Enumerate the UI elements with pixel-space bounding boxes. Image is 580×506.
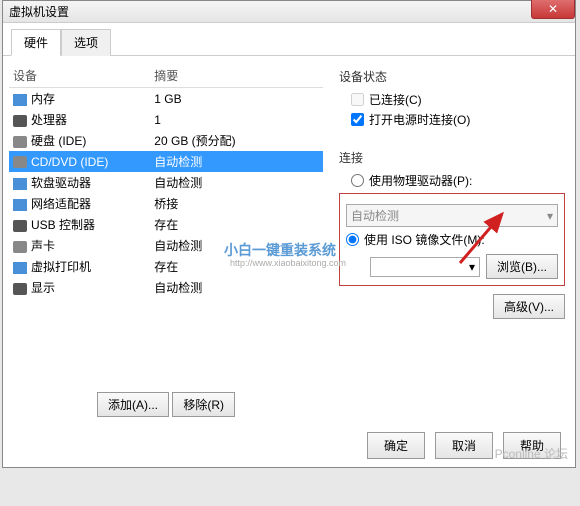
cancel-button[interactable]: 取消 — [435, 432, 493, 459]
advanced-button[interactable]: 高级(V)... — [493, 294, 565, 319]
device-name: 网络适配器 — [31, 197, 91, 211]
device-summary: 自动检测 — [150, 172, 323, 193]
device-icon — [13, 199, 27, 211]
tab-bar: 硬件 选项 — [11, 29, 575, 56]
connection-title: 连接 — [339, 149, 565, 166]
device-name: 内存 — [31, 92, 55, 106]
device-icon — [13, 136, 27, 148]
device-summary: 自动检测 — [150, 151, 323, 172]
device-summary: 20 GB (预分配) — [150, 130, 323, 151]
table-row[interactable]: 网络适配器 桥接 — [9, 193, 323, 214]
close-button[interactable]: ✕ — [531, 0, 575, 19]
col-summary: 摘要 — [150, 64, 323, 88]
physical-dropdown: 自动检测 ▾ — [346, 204, 558, 227]
titlebar: 虚拟机设置 ✕ — [3, 1, 575, 23]
chevron-down-icon: ▾ — [547, 209, 553, 223]
physical-radio-row[interactable]: 使用物理驱动器(P): — [351, 172, 565, 189]
device-name: 处理器 — [31, 113, 67, 127]
table-row[interactable]: 虚拟打印机 存在 — [9, 256, 323, 277]
table-row[interactable]: CD/DVD (IDE) 自动检测 — [9, 151, 323, 172]
device-name: 显示 — [31, 281, 55, 295]
chevron-down-icon: ▾ — [469, 260, 475, 274]
browse-button[interactable]: 浏览(B)... — [486, 254, 558, 279]
device-name: 虚拟打印机 — [31, 260, 91, 274]
physical-radio[interactable] — [351, 174, 364, 187]
physical-dropdown-value: 自动检测 — [351, 207, 399, 224]
device-icon — [13, 262, 27, 274]
content-area: 设备 摘要 内存1 GB处理器1硬盘 (IDE)20 GB (预分配)CD/DV… — [3, 55, 575, 431]
device-icon — [13, 283, 27, 295]
device-summary: 1 GB — [150, 88, 323, 110]
table-row[interactable]: 内存 1 GB — [9, 88, 323, 110]
ok-button[interactable]: 确定 — [367, 432, 425, 459]
iso-file-row: ▾ 浏览(B)... — [370, 254, 558, 279]
device-summary: 自动检测 — [150, 235, 323, 256]
tab-options[interactable]: 选项 — [61, 29, 111, 56]
device-icon — [13, 94, 27, 106]
iso-radio-row[interactable]: 使用 ISO 镜像文件(M): — [346, 231, 558, 248]
connected-label: 已连接(C) — [369, 91, 422, 108]
device-list-panel: 设备 摘要 内存1 GB处理器1硬盘 (IDE)20 GB (预分配)CD/DV… — [3, 56, 329, 431]
table-row[interactable]: 显示 自动检测 — [9, 277, 323, 298]
status-title: 设备状态 — [339, 68, 565, 85]
device-icon — [13, 115, 27, 127]
device-summary: 存在 — [150, 256, 323, 277]
device-icon — [13, 220, 27, 232]
device-name: 硬盘 (IDE) — [31, 134, 86, 148]
window-title: 虚拟机设置 — [9, 3, 69, 20]
table-row[interactable]: 软盘驱动器 自动检测 — [9, 172, 323, 193]
physical-label: 使用物理驱动器(P): — [369, 172, 472, 189]
device-summary: 1 — [150, 109, 323, 130]
device-icon — [13, 178, 27, 190]
connect-poweron-checkbox-row[interactable]: 打开电源时连接(O) — [351, 111, 565, 128]
table-row[interactable]: USB 控制器 存在 — [9, 214, 323, 235]
device-summary: 桥接 — [150, 193, 323, 214]
dialog-buttons: 确定 取消 帮助 — [367, 432, 561, 459]
device-icon — [13, 241, 27, 253]
iso-label: 使用 ISO 镜像文件(M): — [364, 231, 485, 248]
device-name: CD/DVD (IDE) — [31, 155, 108, 169]
device-icon — [13, 156, 27, 168]
highlight-box: 自动检测 ▾ 使用 ISO 镜像文件(M): ▾ 浏览(B)... — [339, 193, 565, 286]
device-summary: 存在 — [150, 214, 323, 235]
settings-window: 虚拟机设置 ✕ 硬件 选项 设备 摘要 内存 1 GB 处理器 1 硬盘 (IDE) 20… — [2, 0, 576, 468]
iso-file-input[interactable]: ▾ — [370, 257, 480, 277]
iso-radio[interactable] — [346, 233, 359, 246]
connect-poweron-checkbox[interactable] — [351, 113, 364, 126]
device-name: 声卡 — [31, 239, 55, 253]
add-button[interactable]: 添加(A)... — [97, 392, 169, 417]
device-name: 软盘驱动器 — [31, 176, 91, 190]
tab-hardware[interactable]: 硬件 — [11, 29, 61, 56]
status-group: 设备状态 已连接(C) 打开电源时连接(O) — [339, 64, 565, 135]
table-row[interactable]: 硬盘 (IDE) 20 GB (预分配) — [9, 130, 323, 151]
detail-panel: 设备状态 已连接(C) 打开电源时连接(O) 连接 使用物理驱动器(P): — [329, 56, 575, 431]
close-icon: ✕ — [548, 2, 558, 16]
remove-button[interactable]: 移除(R) — [172, 392, 235, 417]
device-name: USB 控制器 — [31, 218, 95, 232]
connect-poweron-label: 打开电源时连接(O) — [369, 111, 470, 128]
table-row[interactable]: 声卡 自动检测 — [9, 235, 323, 256]
connected-checkbox-row[interactable]: 已连接(C) — [351, 91, 565, 108]
col-device: 设备 — [9, 64, 150, 88]
connection-group: 连接 使用物理驱动器(P): 自动检测 ▾ 使用 ISO 镜像文件(M): — [339, 145, 565, 323]
device-summary: 自动检测 — [150, 277, 323, 298]
advanced-row: 高级(V)... — [339, 294, 565, 319]
device-table: 设备 摘要 内存1 GB处理器1硬盘 (IDE)20 GB (预分配)CD/DV… — [9, 64, 323, 298]
device-buttons: 添加(A)... 移除(R) — [9, 386, 323, 423]
help-button[interactable]: 帮助 — [503, 432, 561, 459]
connected-checkbox — [351, 93, 364, 106]
table-row[interactable]: 处理器 1 — [9, 109, 323, 130]
